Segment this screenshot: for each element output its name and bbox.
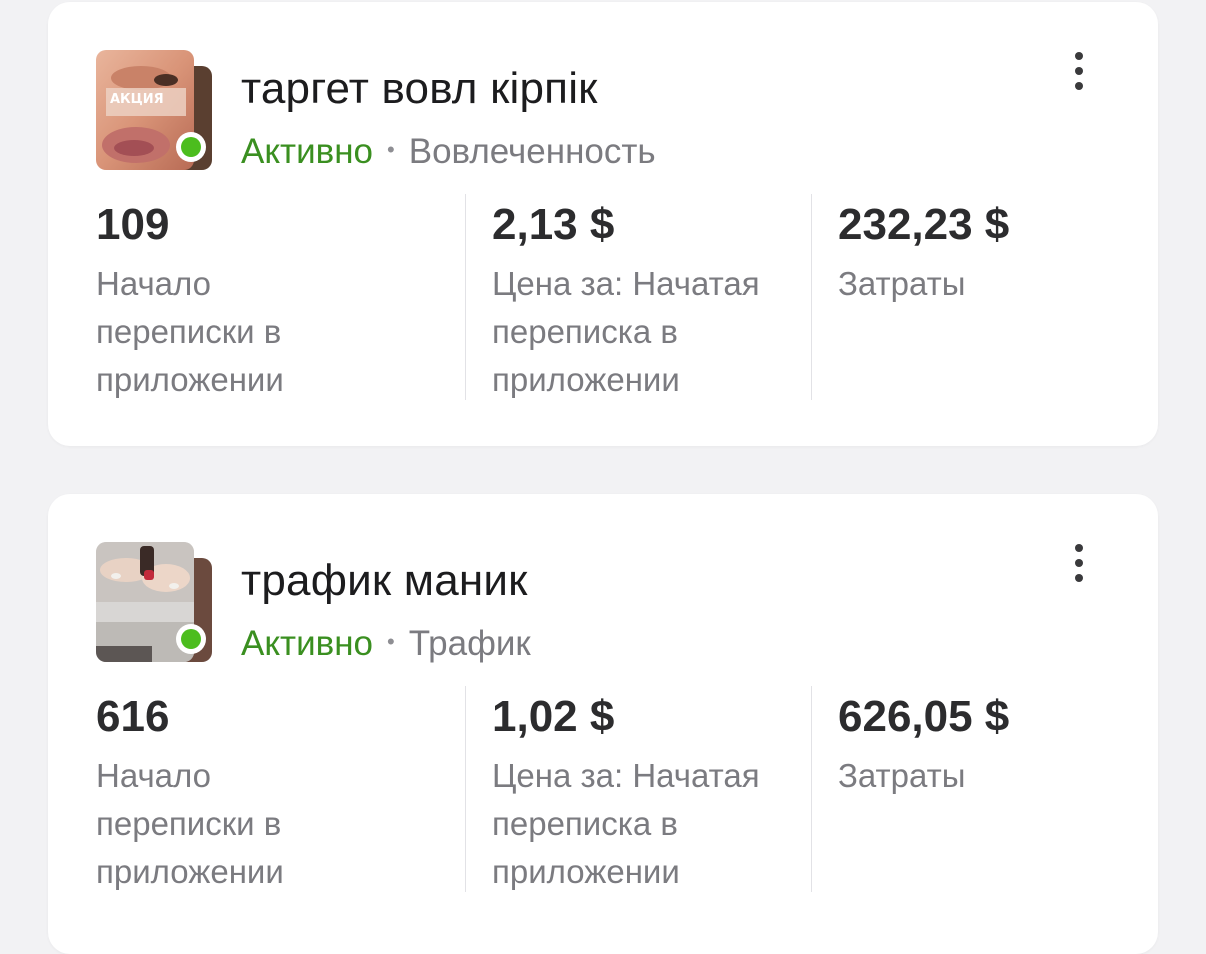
campaign-metrics: 616 Начало переписки в приложении 1,02 $…: [96, 686, 1106, 892]
campaign-metrics: 109 Начало переписки в приложении 2,13 $…: [96, 194, 1106, 400]
metric-value: 232,23 $: [838, 200, 1010, 249]
campaign-title[interactable]: трафик маник: [241, 556, 528, 606]
metric-cost-per-result: 2,13 $ Цена за: Начатая переписка в прил…: [466, 194, 786, 400]
campaign-thumbnail: [96, 542, 218, 664]
campaign-status: Активно: [241, 624, 374, 663]
campaign-title[interactable]: таргет вовл кірпік: [241, 64, 598, 114]
campaign-objective: Трафик: [408, 624, 531, 663]
metric-label: Начало переписки в приложении: [96, 265, 284, 398]
metric-spend: 626,05 $ Затраты: [812, 686, 1112, 892]
metric-value: 109: [96, 200, 170, 249]
metric-spend: 232,23 $ Затраты: [812, 194, 1112, 400]
campaign-meta: Активно • Вовлеченность: [241, 132, 656, 172]
meta-separator: •: [387, 137, 395, 162]
more-vertical-icon[interactable]: [1066, 540, 1092, 586]
metric-value: 626,05 $: [838, 692, 1010, 741]
meta-separator: •: [387, 629, 395, 654]
metric-cost-per-result: 1,02 $ Цена за: Начатая переписка в прил…: [466, 686, 786, 892]
campaign-objective: Вовлеченность: [408, 132, 656, 171]
metric-results: 616 Начало переписки в приложении: [96, 686, 416, 892]
metric-label: Затраты: [838, 757, 966, 794]
campaign-card[interactable]: трафик маник Активно • Трафик 616 Начало п…: [48, 494, 1158, 954]
metric-label: Цена за: Начатая переписка в приложении: [492, 757, 760, 890]
metric-label: Цена за: Начатая переписка в приложении: [492, 265, 760, 398]
campaign-card[interactable]: АКЦИЯ таргет вовл кірпік Активно • Вовлече…: [48, 2, 1158, 446]
metric-value: 1,02 $: [492, 692, 615, 741]
more-vertical-icon[interactable]: [1066, 48, 1092, 94]
status-active-dot: [176, 624, 206, 654]
campaign-meta: Активно • Трафик: [241, 624, 531, 664]
metric-value: 616: [96, 692, 170, 741]
metric-results: 109 Начало переписки в приложении: [96, 194, 416, 400]
thumbnail-caption: АКЦИЯ: [110, 92, 164, 107]
metric-label: Начало переписки в приложении: [96, 757, 284, 890]
campaign-thumbnail: АКЦИЯ: [96, 50, 218, 172]
campaign-status: Активно: [241, 132, 374, 171]
metric-label: Затраты: [838, 265, 966, 302]
metric-value: 2,13 $: [492, 200, 615, 249]
status-active-dot: [176, 132, 206, 162]
